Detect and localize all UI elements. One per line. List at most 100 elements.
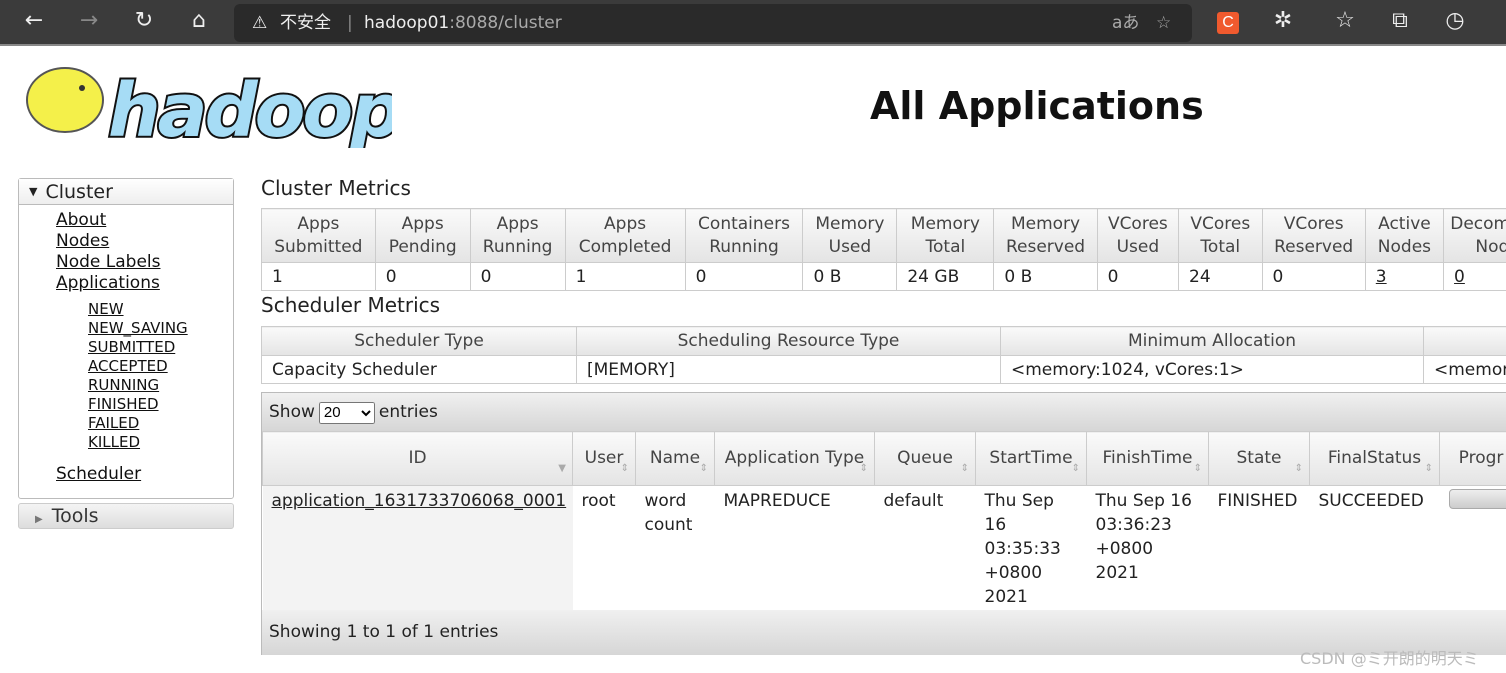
metric-link[interactable]: 3 [1376,267,1387,287]
metric-value: 0 [684,262,804,291]
metric-value: 0 [1261,262,1366,291]
metric-value: 0 B [993,262,1098,291]
metric-value: 0 B [802,262,898,291]
cluster-header[interactable]: ▼ Cluster [19,179,233,205]
extensions-icon[interactable]: ✲ [1268,8,1298,33]
col-min-allocation: Minimum Allocation [1000,326,1424,356]
app-state-failed[interactable]: FAILED [19,414,233,433]
sort-icon: ⇕ [1294,463,1303,474]
metric-value: 3 [1364,262,1445,291]
app-state-new[interactable]: NEW [19,300,233,319]
address-bar[interactable]: ⚠ 不安全 | hadoop01:8088/cluster aあ ☆ [234,4,1192,42]
column-header[interactable]: Application Type ⇕ [714,431,875,486]
col-max-allocation [1423,326,1506,356]
history-icon[interactable]: ◷ [1440,8,1470,33]
url-host: hadoop01 [364,13,450,33]
sidebar-item-scheduler[interactable]: Scheduler [19,464,233,485]
metric-value: 24 [1178,262,1263,291]
app-state-submitted[interactable]: SUBMITTED [19,338,233,357]
watermark: CSDN @ミ开朗的明天ミ [1300,649,1479,668]
column-header[interactable]: StartTime ⇕ [975,431,1087,486]
column-header[interactable]: FinalStatus ⇕ [1309,431,1440,486]
metric-value: 0 [1443,262,1506,291]
metric-header: VCores Total [1178,208,1263,263]
sidebar-item-nodes[interactable]: Nodes [19,231,233,252]
extension-csdn-icon[interactable]: C [1217,12,1239,34]
applications-table-panel: Show 20 entries ID ▼ User ⇕ Name ⇕ Application T… [261,392,1506,655]
metric-header: Containers Running [684,208,804,263]
metric-header: Apps Submitted [261,208,376,263]
hadoop-logo: hadoop [26,66,392,148]
app-queue: default [883,491,944,511]
metric-header: VCores Reserved [1261,208,1366,263]
app-state-killed[interactable]: KILLED [19,433,233,452]
refresh-icon[interactable]: ↻ [129,8,159,33]
app-state-running[interactable]: RUNNING [19,376,233,395]
url-path: :8088/cluster [449,13,562,33]
app-start-time: Thu Sep 16 03:35:33 +0800 2021 [984,491,1061,607]
app-state: FINISHED [1217,491,1298,511]
scheduler-metrics-table: Scheduler Type Scheduling Resource Type … [261,326,1506,384]
warning-icon: ⚠ [252,13,268,33]
column-header[interactable]: ID ▼ [262,431,573,486]
translate-icon[interactable]: aあ [1112,4,1139,42]
metric-header: DecommissiNodes [1443,208,1506,263]
sort-icon: ⇕ [699,463,708,474]
metric-value: 1 [564,262,686,291]
add-favorite-icon[interactable]: ☆ [1156,4,1171,42]
app-state-new-saving[interactable]: NEW_SAVING [19,319,233,338]
app-name: word count [644,491,693,535]
app-finish-time: Thu Sep 16 03:36:23 +0800 2021 [1095,491,1192,583]
metric-header: Memory Used [802,208,898,263]
metric-header: Apps Pending [374,208,471,263]
home-icon[interactable]: ⌂ [184,8,214,33]
metric-header: Memory Reserved [993,208,1098,263]
cluster-metrics-table: Apps Submitted Apps Pending Apps Running Apps C… [261,208,1506,291]
sidebar-cluster: ▼ Cluster About Nodes Node Labels Applica… [18,178,234,499]
insecure-label: 不安全 [280,13,331,33]
sidebar-item-about[interactable]: About [19,210,233,231]
progress-bar [1448,489,1506,509]
column-header[interactable]: FinishTime ⇕ [1086,431,1209,486]
sort-icon: ⇕ [1424,463,1433,474]
app-state-finished[interactable]: FINISHED [19,395,233,414]
column-header[interactable]: Name ⇕ [635,431,715,486]
metric-value: 0 [1096,262,1180,291]
app-state-accepted[interactable]: ACCEPTED [19,357,233,376]
browser-toolbar: ← → ↻ ⌂ ⚠ 不安全 | hadoop01:8088/cluster aあ… [0,0,1506,46]
sort-icon: ⇕ [620,463,629,474]
min-allocation: <memory:1024, vCores:1> [1000,355,1424,384]
cluster-metrics-title: Cluster Metrics [261,176,411,200]
metric-header: VCores Used [1096,208,1180,263]
sort-icon: ⇕ [1193,463,1202,474]
column-header[interactable]: Queue ⇕ [874,431,976,486]
column-header[interactable]: State ⇕ [1208,431,1310,486]
app-id-link[interactable]: application_1631733706068_0001 [272,491,567,511]
collections-icon[interactable]: ⧉ [1385,8,1415,33]
app-user: root [581,491,616,511]
collapse-icon: ▼ [29,185,38,198]
forward-icon[interactable]: → [74,8,104,33]
sidebar-tools[interactable]: ▶ Tools [18,503,234,529]
max-allocation: <memor [1423,355,1506,384]
app-final-status: SUCCEEDED [1318,491,1424,511]
metric-header: Apps Completed [564,208,686,263]
metric-value: 0 [374,262,471,291]
back-icon[interactable]: ← [19,8,49,33]
favorites-icon[interactable]: ☆ [1330,8,1360,33]
sort-icon: ⇕ [1071,463,1080,474]
expand-icon: ▶ [35,514,43,525]
column-header[interactable]: User ⇕ [572,431,636,486]
page-title: All Applications [870,84,1204,128]
column-header[interactable]: Progr [1439,431,1506,486]
sidebar-item-node-labels[interactable]: Node Labels [19,252,233,273]
app-type: MAPREDUCE [723,491,831,511]
entries-select[interactable]: 20 [318,401,375,424]
scheduler-metrics-title: Scheduler Metrics [261,293,441,317]
table-row: application_1631733706068_0001 root word… [262,485,1506,612]
col-scheduler-type: Scheduler Type [261,326,577,356]
metric-header: Apps Running [469,208,566,263]
metric-value: 0 [469,262,566,291]
metric-link[interactable]: 0 [1454,267,1465,287]
sidebar-item-applications[interactable]: Applications [19,273,233,294]
